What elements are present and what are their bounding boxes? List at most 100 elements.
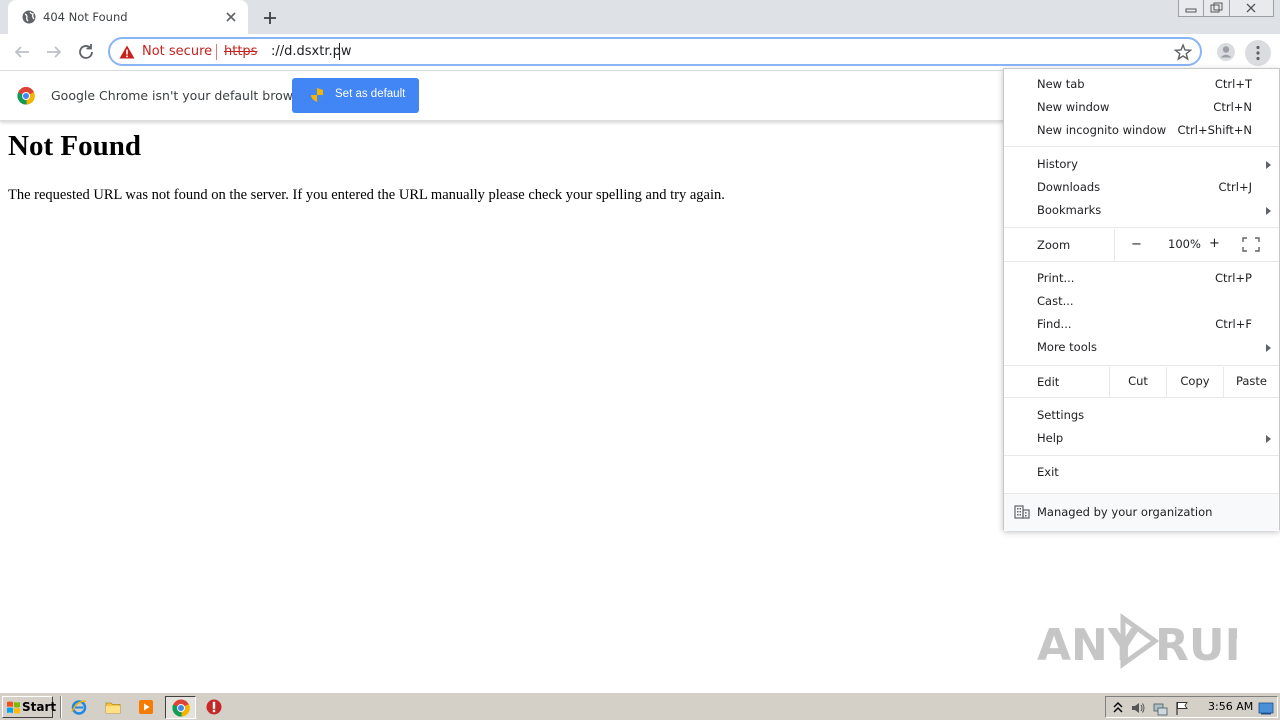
- tab-title: 404 Not Found: [43, 10, 128, 24]
- submenu-arrow-icon: [1266, 207, 1271, 215]
- chrome-logo-icon: [172, 699, 190, 717]
- forward-arrow-icon[interactable]: [42, 40, 66, 64]
- clock[interactable]: 3:56 AM: [1208, 700, 1253, 713]
- cut-button[interactable]: Cut: [1109, 367, 1166, 397]
- close-icon: [1246, 3, 1256, 13]
- menu-item-cast[interactable]: Cast...: [1004, 290, 1279, 313]
- menu-item-bookmarks[interactable]: Bookmarks: [1004, 199, 1279, 222]
- anyrun-watermark-logo: ANY RUN: [1037, 613, 1237, 671]
- windows-logo-icon: [7, 701, 20, 714]
- page-heading: Not Found: [8, 130, 141, 162]
- menu-item-find[interactable]: Find... Ctrl+F: [1004, 313, 1279, 336]
- text-caret: [339, 43, 340, 60]
- menu-item-print[interactable]: Print... Ctrl+P: [1004, 267, 1279, 290]
- file-explorer-icon[interactable]: [104, 698, 122, 716]
- menu-item-label: Cast...: [1037, 294, 1074, 308]
- tab-404-not-found[interactable]: 404 Not Found: [8, 0, 248, 34]
- menu-item-label: New tab: [1037, 77, 1085, 91]
- menu-item-shortcut: Ctrl+T: [1214, 77, 1252, 91]
- zoom-out-button[interactable]: −: [1131, 237, 1142, 252]
- menu-item-exit[interactable]: Exit: [1004, 461, 1279, 484]
- menu-item-new-window[interactable]: New window Ctrl+N: [1004, 96, 1279, 119]
- media-player-icon[interactable]: [137, 698, 155, 716]
- submenu-arrow-icon: [1266, 435, 1271, 443]
- menu-item-label: Bookmarks: [1037, 203, 1102, 217]
- back-arrow-icon[interactable]: [10, 40, 34, 64]
- reload-icon[interactable]: [74, 40, 98, 64]
- menu-divider: [1004, 455, 1279, 456]
- minimize-icon: [1185, 8, 1197, 13]
- set-as-default-label: Set as default: [335, 88, 406, 100]
- zoom-level: 100%: [1168, 237, 1201, 251]
- show-desktop-icon[interactable]: [1258, 700, 1274, 716]
- menu-item-more-tools[interactable]: More tools: [1004, 336, 1279, 359]
- submenu-arrow-icon: [1266, 344, 1271, 352]
- stop-sign-icon[interactable]: [205, 698, 223, 716]
- address-bar[interactable]: Not secure https ://d.dsxtr.pw: [108, 37, 1202, 66]
- restore-button[interactable]: [1204, 0, 1230, 17]
- menu-item-label: Exit: [1037, 465, 1059, 479]
- close-icon[interactable]: [222, 8, 240, 26]
- window-close-button[interactable]: [1230, 0, 1274, 17]
- watermark-text-right: RUN: [1155, 620, 1237, 671]
- menu-item-downloads[interactable]: Downloads Ctrl+J: [1004, 176, 1279, 199]
- menu-item-managed-by-organization[interactable]: Managed by your organization: [1004, 493, 1279, 531]
- menu-item-label: New incognito window: [1037, 123, 1167, 137]
- menu-item-label: Edit: [1037, 375, 1060, 389]
- kebab-menu-icon: [1256, 45, 1260, 61]
- menu-item-edit: Edit Cut Copy Paste: [1004, 367, 1279, 397]
- internet-explorer-icon[interactable]: [70, 698, 88, 716]
- window-controls: [1178, 0, 1274, 18]
- menu-item-zoom: Zoom − 100% +: [1004, 229, 1279, 261]
- taskbar-divider: [60, 696, 62, 718]
- menu-item-new-tab[interactable]: New tab Ctrl+T: [1004, 73, 1279, 96]
- network-icon[interactable]: [1152, 700, 1168, 716]
- menu-divider: [1004, 365, 1279, 366]
- menu-item-shortcut: Ctrl+P: [1214, 271, 1252, 285]
- menu-item-label: Find...: [1037, 317, 1072, 331]
- toolbar: Not secure https ://d.dsxtr.pw: [0, 34, 1280, 71]
- url-scheme: https: [224, 44, 258, 59]
- menu-item-settings[interactable]: Settings: [1004, 404, 1279, 427]
- taskbar-chrome-button[interactable]: [165, 696, 196, 719]
- chrome-menu-button[interactable]: [1245, 40, 1271, 66]
- new-tab-button[interactable]: [258, 6, 282, 30]
- tab-strip: 404 Not Found: [0, 0, 1280, 34]
- system-tray: 3:56 AM: [1105, 696, 1278, 718]
- set-as-default-button[interactable]: Set as default: [292, 78, 419, 113]
- menu-item-shortcut: Ctrl+F: [1215, 317, 1252, 331]
- uac-shield-icon: [311, 88, 323, 102]
- infobar-message: Google Chrome isn't your default browser: [51, 88, 313, 103]
- start-button[interactable]: Start: [2, 696, 56, 718]
- menu-item-label: Managed by your organization: [1037, 505, 1213, 519]
- menu-item-label: Downloads: [1037, 180, 1101, 194]
- fullscreen-icon[interactable]: [1242, 237, 1260, 252]
- menu-item-label: New window: [1037, 100, 1110, 114]
- copy-button[interactable]: Copy: [1166, 367, 1223, 397]
- not-secure-label[interactable]: Not secure: [142, 44, 212, 59]
- profile-avatar-icon[interactable]: [1214, 40, 1238, 64]
- menu-item-shortcut: Ctrl+N: [1213, 100, 1252, 114]
- chevron-up-icon[interactable]: [1110, 700, 1126, 716]
- minimize-button[interactable]: [1178, 0, 1204, 17]
- page-body-text: The requested URL was not found on the s…: [8, 187, 725, 203]
- chrome-app-menu: New tab Ctrl+T New window Ctrl+N New inc…: [1003, 68, 1280, 531]
- menu-item-shortcut: Ctrl+J: [1218, 180, 1253, 194]
- menu-divider: [1004, 397, 1279, 398]
- zoom-controls: − 100% +: [1114, 229, 1280, 261]
- menu-divider: [1004, 146, 1279, 147]
- menu-item-label: Help: [1037, 431, 1064, 445]
- paste-button[interactable]: Paste: [1223, 367, 1279, 397]
- menu-item-history[interactable]: History: [1004, 153, 1279, 176]
- globe-icon: [22, 10, 36, 24]
- flag-icon[interactable]: [1174, 700, 1190, 716]
- menu-item-help[interactable]: Help: [1004, 427, 1279, 450]
- menu-item-new-incognito-window[interactable]: New incognito window Ctrl+Shift+N: [1004, 119, 1279, 142]
- zoom-in-button[interactable]: +: [1209, 236, 1220, 251]
- menu-item-label: Zoom: [1037, 238, 1071, 252]
- taskbar: Start 3:56 AM: [0, 692, 1280, 720]
- bookmark-star-icon[interactable]: [1174, 43, 1192, 61]
- warning-icon[interactable]: [119, 45, 135, 59]
- speaker-icon[interactable]: [1130, 700, 1146, 716]
- building-icon: [1014, 505, 1030, 519]
